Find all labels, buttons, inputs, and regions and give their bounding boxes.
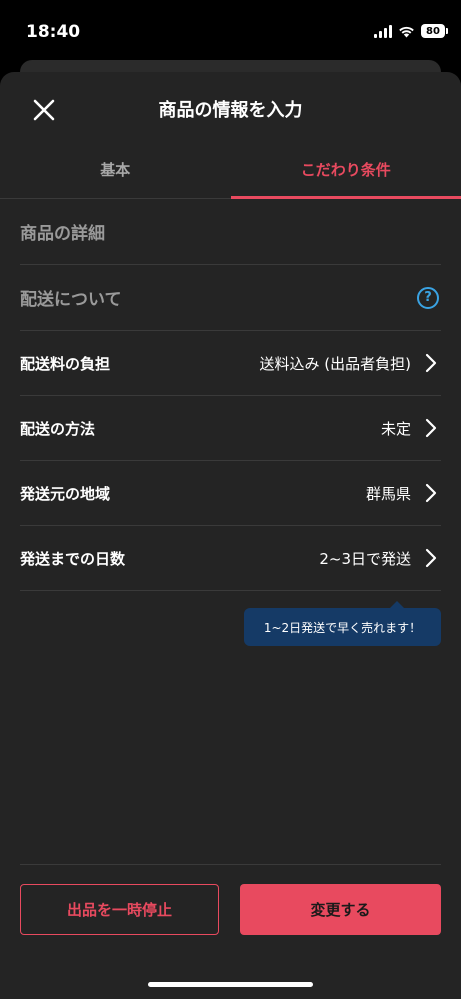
page-title: 商品の情報を入力: [158, 100, 303, 121]
chevron-right-icon: [425, 353, 437, 373]
wifi-icon: [399, 26, 414, 37]
tab-basic[interactable]: 基本: [0, 144, 231, 198]
setting-label: 発送元の地域: [20, 484, 111, 503]
section-title-product-detail: 商品の詳細: [20, 224, 105, 244]
tooltip-fast-shipping: 1~2日発送で早く売れます！: [244, 601, 441, 646]
modal-sheet: 商品の情報を入力 基本 こだわり条件 商品の詳細 配送について ? 配送料の負担…: [0, 72, 461, 999]
setting-label: 配送料の負担: [20, 354, 111, 373]
signal-icon: [374, 24, 392, 38]
setting-row-origin-region[interactable]: 発送元の地域 群馬県: [20, 461, 441, 526]
setting-value: 送料込み (出品者負担): [259, 354, 411, 373]
setting-value: 群馬県: [365, 484, 411, 503]
battery-icon: 80: [421, 24, 448, 38]
section-product-detail: 商品の詳細: [20, 199, 441, 265]
pause-listing-button[interactable]: 出品を一時停止: [20, 884, 219, 935]
sheet-header: 商品の情報を入力: [0, 72, 461, 144]
setting-value: 未定: [380, 419, 411, 438]
setting-label: 配送の方法: [20, 419, 96, 438]
setting-row-shipping-days[interactable]: 発送までの日数 2~3日で発送: [20, 526, 441, 591]
setting-row-shipping-fee[interactable]: 配送料の負担 送料込み (出品者負担): [20, 331, 441, 396]
chevron-right-icon: [425, 418, 437, 438]
status-bar: 18:40 80: [0, 0, 461, 66]
status-icons: 80: [374, 24, 448, 38]
section-title-shipping: 配送について: [20, 290, 122, 310]
help-icon[interactable]: ?: [417, 287, 439, 309]
tab-bar: 基本 こだわり条件: [0, 144, 461, 199]
setting-value: 2~3日で発送: [319, 549, 411, 568]
change-button[interactable]: 変更する: [240, 884, 441, 935]
section-shipping: 配送について ?: [20, 265, 441, 331]
chevron-right-icon: [425, 483, 437, 503]
divider: [20, 864, 441, 865]
setting-row-shipping-method[interactable]: 配送の方法 未定: [20, 396, 441, 461]
setting-label: 発送までの日数: [20, 549, 126, 568]
home-indicator: [148, 982, 313, 987]
chevron-right-icon: [425, 548, 437, 568]
status-time: 18:40: [26, 22, 81, 42]
tab-kodawari[interactable]: こだわり条件: [230, 144, 461, 199]
